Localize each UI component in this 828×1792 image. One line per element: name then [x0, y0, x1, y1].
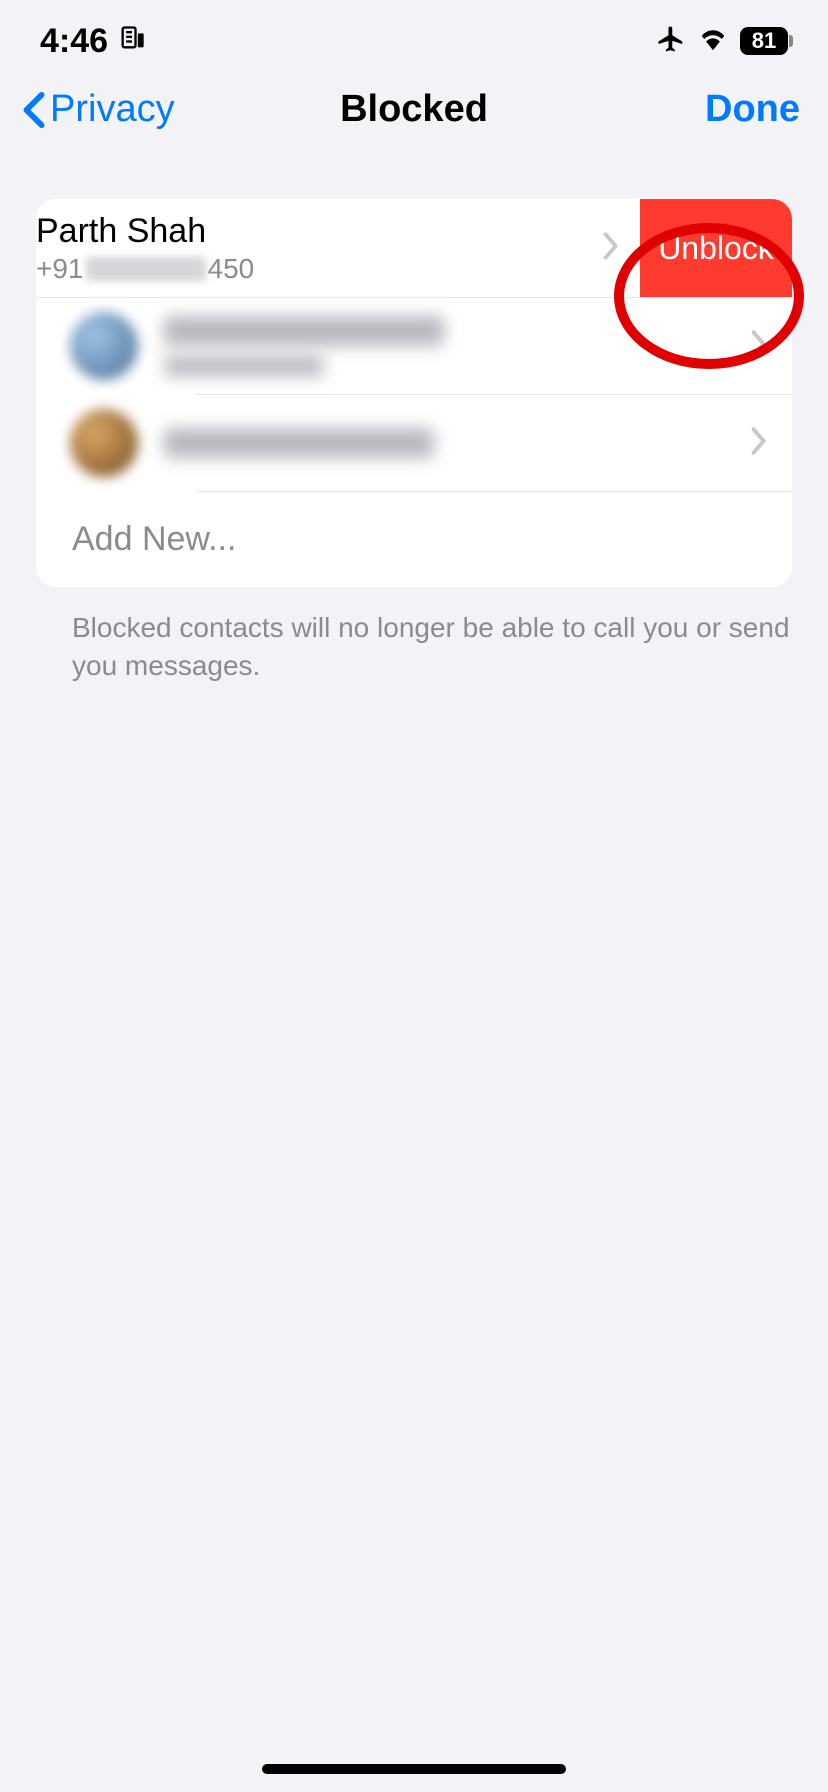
- add-new-button[interactable]: Add New...: [36, 492, 792, 587]
- page-title: Blocked: [340, 88, 488, 131]
- phone-prefix: +91: [36, 252, 84, 286]
- nav-bar: Privacy Blocked Done: [0, 70, 828, 149]
- wifi-icon: [698, 27, 728, 56]
- chevron-right-icon: [602, 232, 620, 265]
- avatar: [70, 312, 138, 380]
- contact-row-content[interactable]: Parth Shah +91 450: [36, 199, 640, 297]
- status-left: 4:46: [40, 22, 146, 61]
- done-button[interactable]: Done: [705, 88, 800, 131]
- chevron-right-icon: [750, 330, 768, 363]
- footer-description: Blocked contacts will no longer be able …: [0, 587, 828, 685]
- avatar: [70, 409, 138, 477]
- phone-suffix: 450: [208, 252, 255, 286]
- blurred-line: [164, 356, 324, 376]
- status-right: 81: [656, 24, 788, 59]
- chevron-left-icon: [22, 91, 46, 129]
- unblock-button[interactable]: Unblock: [640, 199, 792, 297]
- contact-phone: +91 450: [36, 252, 254, 286]
- blocked-contact-row[interactable]: [36, 298, 792, 394]
- blocked-contact-row-swiped[interactable]: Parth Shah +91 450 Unblock: [36, 199, 792, 298]
- battery-icon: 81: [740, 27, 788, 55]
- contact-blurred-text: [164, 316, 724, 376]
- battery-percent: 81: [752, 28, 776, 54]
- blurred-line: [164, 428, 434, 458]
- status-time: 4:46: [40, 22, 108, 61]
- back-button[interactable]: Privacy: [22, 88, 175, 131]
- contact-text: Parth Shah +91 450: [36, 211, 254, 285]
- phone-redacted: [86, 257, 206, 281]
- status-bar: 4:46 81: [0, 0, 828, 70]
- chevron-right-icon: [750, 427, 768, 460]
- contact-name: Parth Shah: [36, 211, 254, 252]
- contact-blurred-text: [164, 428, 724, 458]
- dual-sim-icon: [118, 22, 146, 61]
- back-label: Privacy: [50, 88, 175, 131]
- airplane-mode-icon: [656, 24, 686, 59]
- blocked-contact-row[interactable]: [36, 395, 792, 491]
- blurred-line: [164, 316, 444, 346]
- blocked-list-card: Parth Shah +91 450 Unblock: [36, 199, 792, 587]
- home-indicator[interactable]: [262, 1764, 566, 1774]
